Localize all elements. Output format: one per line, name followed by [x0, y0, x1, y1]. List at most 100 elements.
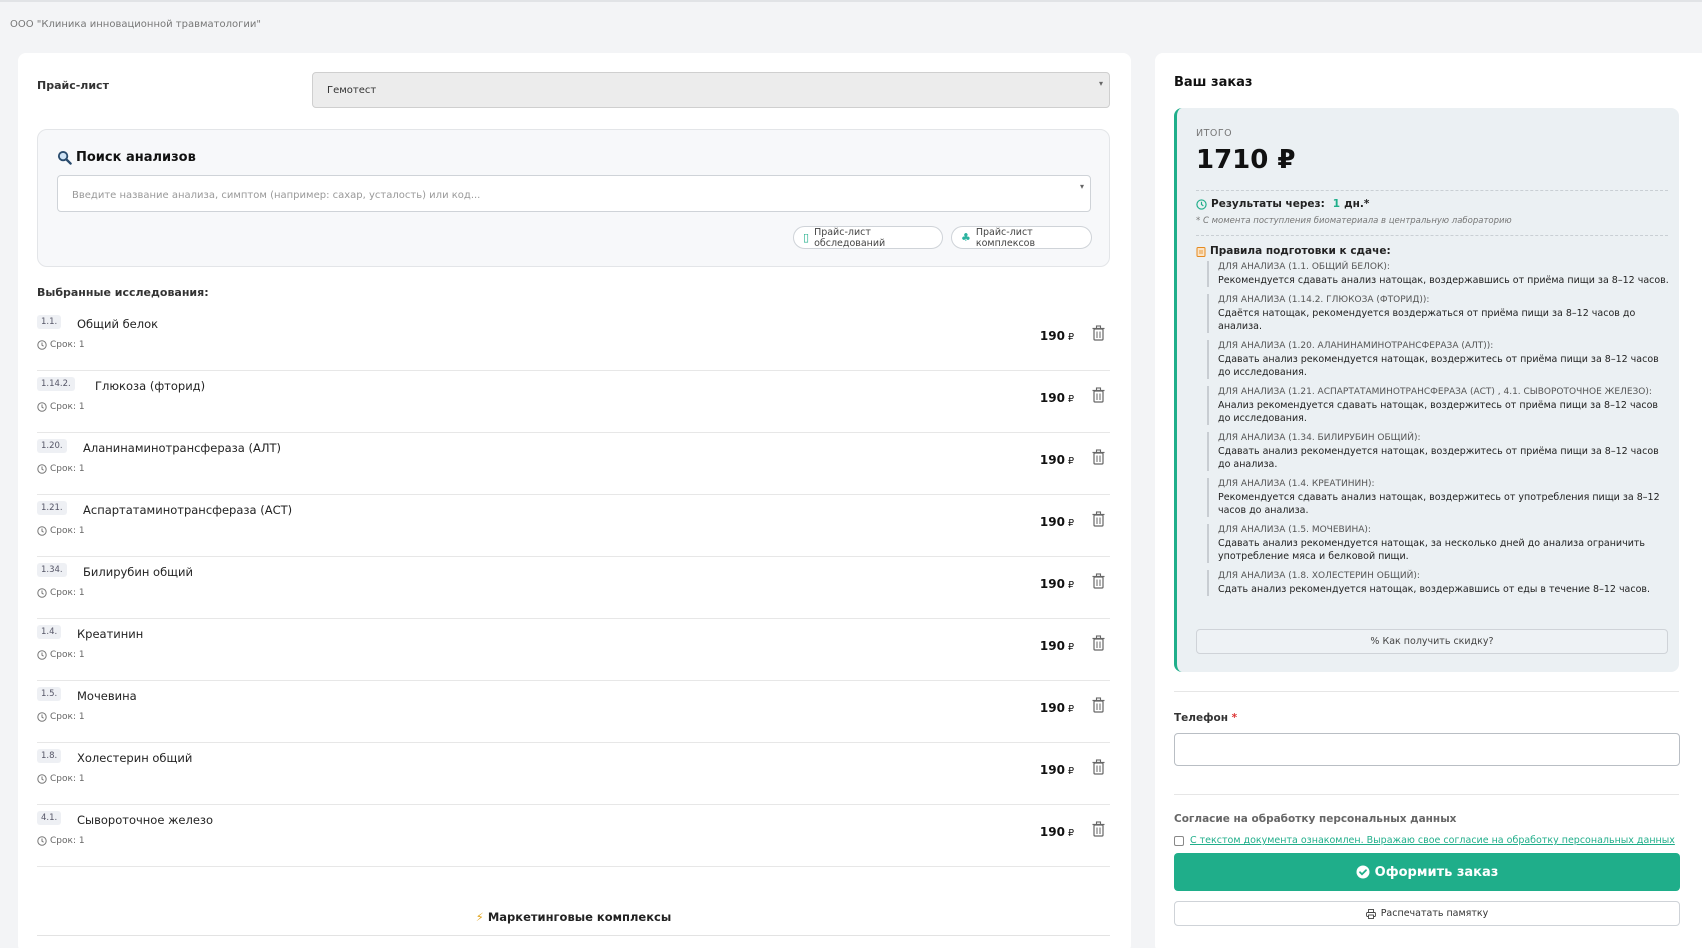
prep-rules-title-text: Правила подготовки к сдаче:	[1210, 245, 1391, 257]
test-term-text: Срок: 1	[50, 340, 85, 350]
trash-icon[interactable]	[1091, 697, 1106, 713]
currency-sign: ₽	[1067, 766, 1074, 777]
clock-icon	[37, 836, 47, 846]
marketing-complexes-label: Маркетинговые комплексы	[487, 910, 672, 924]
lightning-icon: ⚡	[475, 910, 484, 924]
test-price-value: 190	[1039, 453, 1065, 467]
test-price-value: 190	[1039, 763, 1065, 777]
prep-rule-text: Сдаётся натощак, рекомендуется воздержат…	[1218, 308, 1636, 332]
print-memo-button[interactable]: Распечатать памятку	[1174, 901, 1680, 926]
selected-test-row: 1.21. Аспартатаминотрансфераза (АСТ) Срок:…	[37, 495, 1110, 557]
search-input[interactable]: Введите название анализа, симптом (напри…	[57, 175, 1091, 212]
test-term-text: Срок: 1	[50, 526, 85, 536]
dropdown-arrow-icon: ▾	[1098, 79, 1103, 88]
test-term-text: Срок: 1	[50, 774, 85, 784]
prep-rule: Для анализа (1.14.2. Глюкоза (фторид)): С…	[1207, 294, 1672, 333]
test-code: 1.34.	[37, 563, 67, 577]
divider	[1196, 235, 1668, 236]
test-term-text: Срок: 1	[50, 464, 85, 474]
print-memo-label: Распечатать памятку	[1380, 908, 1489, 919]
prep-rule-heading: Для анализа (1.4. Креатинин):	[1218, 479, 1375, 489]
pricelist-label: Прайс-лист	[37, 79, 109, 92]
trash-icon[interactable]	[1091, 821, 1106, 837]
pricelist-complexes-button[interactable]: ♣ Прайс-лист комплексов	[951, 226, 1092, 249]
discount-button[interactable]: % Как получить скидку?	[1196, 629, 1668, 654]
test-code: 4.1.	[37, 811, 62, 825]
selected-tests-list: 1.1. Общий белок Срок: 1 190 ₽1.14.2. Глюкоза…	[37, 309, 1110, 867]
test-term: Срок: 1	[37, 774, 85, 784]
currency-sign: ₽	[1067, 580, 1074, 591]
consent-link[interactable]: С текстом документа ознакомлен. Выражаю …	[1190, 835, 1675, 846]
prep-rule-text: Анализ рекомендуется сдавать натощак, во…	[1218, 400, 1659, 424]
test-code: 1.1.	[37, 315, 62, 329]
phone-label: Телефон *	[1174, 712, 1237, 724]
search-placeholder: Введите название анализа, симптом (напри…	[72, 190, 481, 201]
magnifier-icon	[57, 150, 72, 165]
test-name: Глюкоза (фторид)	[95, 379, 206, 393]
selected-test-row: 1.20. Аланинаминотрансфераза (АЛТ) Срок: 1…	[37, 433, 1110, 495]
submit-order-label: Оформить заказ	[1374, 864, 1499, 880]
prep-rule-heading: Для анализа (1.1. Общий белок):	[1218, 262, 1390, 272]
pricelist-exams-button[interactable]: ▯ Прайс-лист обследований	[793, 226, 943, 249]
trash-icon[interactable]	[1091, 449, 1106, 465]
trash-icon[interactable]	[1091, 511, 1106, 527]
selected-test-row: 1.14.2. Глюкоза (фторид) Срок: 1 190 ₽	[37, 371, 1110, 433]
prep-rules-title: Правила подготовки к сдаче:	[1196, 245, 1391, 257]
test-price-value: 190	[1039, 577, 1065, 591]
test-code: 1.5.	[37, 687, 62, 701]
test-name: Сывороточное железо	[77, 813, 214, 827]
required-mark: *	[1231, 712, 1238, 724]
marketing-complexes-toggle[interactable]: ⚡ Маркетинговые комплексы	[37, 898, 1110, 936]
test-price-value: 190	[1039, 329, 1065, 343]
trash-icon[interactable]	[1091, 759, 1106, 775]
test-price: 190 ₽	[1040, 329, 1074, 343]
consent-row: С текстом документа ознакомлен. Выражаю …	[1174, 835, 1675, 846]
prep-rule: Для анализа (1.1. Общий белок): Рекоменду…	[1207, 261, 1672, 287]
prep-rule-heading: Для анализа (1.34. Билирубин общий):	[1218, 433, 1421, 443]
test-code: 1.14.2.	[37, 377, 75, 391]
trash-icon[interactable]	[1091, 573, 1106, 589]
test-term-text: Срок: 1	[50, 402, 85, 412]
trash-icon[interactable]	[1091, 325, 1106, 341]
prep-rule: Для анализа (1.4. Креатинин): Рекомендует…	[1207, 478, 1672, 517]
consent-checkbox[interactable]	[1174, 835, 1184, 846]
trash-icon[interactable]	[1091, 387, 1106, 403]
search-section: Поиск анализов Введите название анализа,…	[37, 129, 1110, 267]
clock-icon	[37, 464, 47, 474]
top-divider	[0, 0, 1702, 2]
order-summary-card: ИТОГО 1710 ₽ Результаты через: 1 дн.* * …	[1174, 108, 1679, 672]
selected-tests-title: Выбранные исследования:	[37, 286, 209, 299]
test-term: Срок: 1	[37, 464, 85, 474]
test-term-text: Срок: 1	[50, 836, 85, 846]
clipboard-icon	[1196, 246, 1206, 257]
test-price: 190 ₽	[1040, 763, 1074, 777]
test-term: Срок: 1	[37, 650, 85, 660]
prep-rule-heading: Для анализа (1.21. Аспартатаминотрансфер…	[1218, 387, 1652, 397]
currency-sign: ₽	[1067, 518, 1074, 529]
test-term-text: Срок: 1	[50, 712, 85, 722]
pricelist-select[interactable]: Гемотест ▾	[312, 72, 1110, 108]
test-name: Холестерин общий	[77, 751, 193, 765]
total-amount: 1710 ₽	[1196, 145, 1296, 175]
test-term: Срок: 1	[37, 836, 85, 846]
prep-rule: Для анализа (1.5. Мочевина): Сдавать анал…	[1207, 524, 1672, 563]
results-time: Результаты через: 1 дн.*	[1196, 198, 1369, 210]
prep-rule-text: Рекомендуется сдавать анализ натощак, во…	[1218, 275, 1669, 286]
clock-icon	[37, 712, 47, 722]
test-price-value: 190	[1039, 701, 1065, 715]
submit-order-button[interactable]: Оформить заказ	[1174, 853, 1680, 891]
prep-rule-heading: Для анализа (1.20. Аланинаминотрансфераз…	[1218, 341, 1494, 351]
trash-icon[interactable]	[1091, 635, 1106, 651]
order-builder-panel: Прайс-лист Гемотест ▾ Поиск анализов Вве…	[18, 53, 1131, 948]
selected-test-row: 1.34. Билирубин общий Срок: 1 190 ₽	[37, 557, 1110, 619]
pricelist-complexes-label: Прайс-лист комплексов	[975, 226, 1036, 249]
test-price: 190 ₽	[1040, 639, 1074, 653]
phone-label-text: Телефон	[1174, 712, 1228, 724]
currency-sign: ₽	[1067, 332, 1074, 343]
test-name: Общий белок	[77, 317, 159, 331]
phone-input[interactable]	[1174, 733, 1680, 766]
total-label: ИТОГО	[1196, 128, 1233, 139]
selected-test-row: 1.4. Креатинин Срок: 1 190 ₽	[37, 619, 1110, 681]
currency-sign: ₽	[1067, 456, 1074, 467]
check-circle-icon	[1356, 865, 1370, 879]
